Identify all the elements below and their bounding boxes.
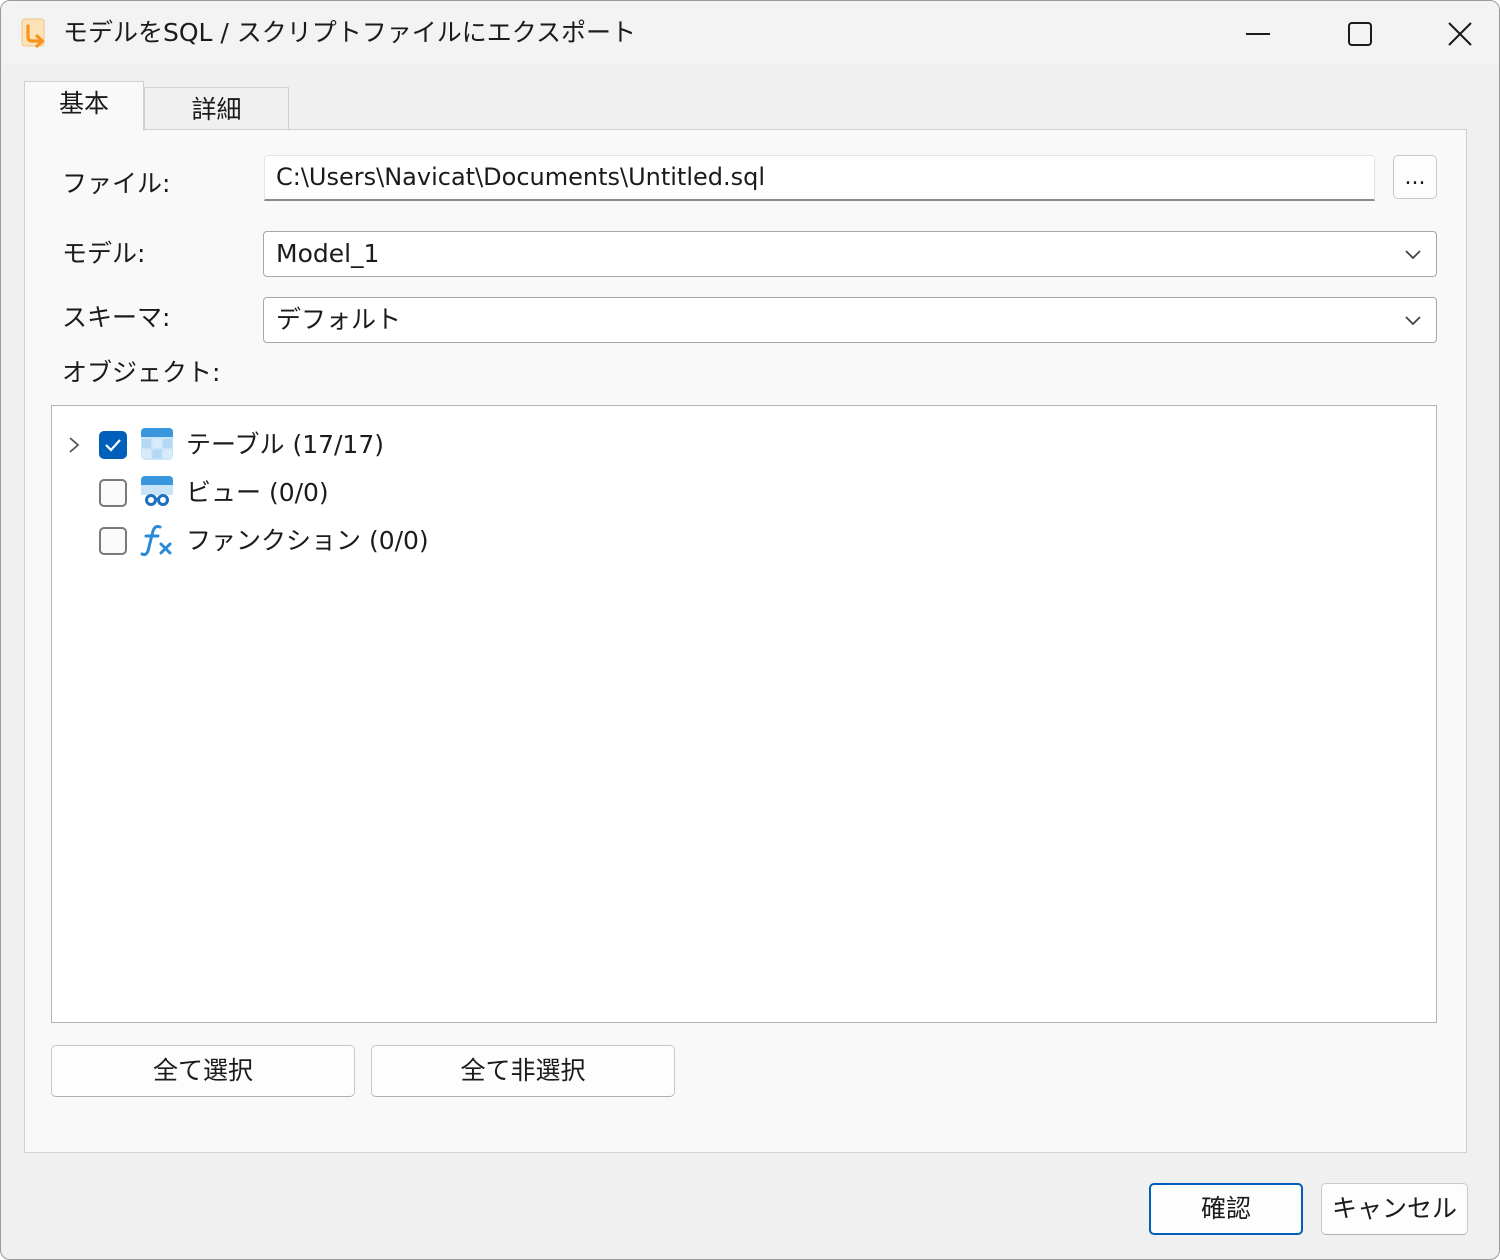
file-path-input[interactable]: C:\Users\Navicat\Documents\Untitled.sql (264, 155, 1375, 201)
browse-button[interactable]: ... (1393, 155, 1437, 199)
tree-item-label: テーブル (17/17) (186, 430, 384, 459)
function-icon (140, 525, 172, 557)
schema-select[interactable]: デフォルト (263, 297, 1437, 343)
tab-basic[interactable]: 基本 (24, 81, 144, 131)
tab-detail[interactable]: 詳細 (144, 87, 289, 130)
tree-item-label: ファンクション (0/0) (186, 526, 429, 555)
ok-button[interactable]: 確認 (1149, 1183, 1303, 1235)
close-icon (1448, 22, 1472, 46)
tree-item-label: ビュー (0/0) (186, 478, 329, 507)
minimize-button[interactable] (1207, 1, 1307, 65)
schema-select-value: デフォルト (276, 305, 402, 334)
tree-item-views[interactable]: ビュー (0/0) (52, 471, 1436, 515)
tables-checkbox[interactable] (99, 431, 127, 459)
objects-label: オブジェクト: (62, 358, 221, 387)
chevron-right-icon[interactable] (66, 435, 82, 455)
minimize-icon (1246, 33, 1270, 35)
checkmark-icon (105, 439, 121, 452)
title-bar[interactable]: モデルをSQL / スクリプトファイルにエクスポート (1, 1, 1499, 65)
chevron-down-icon (1405, 250, 1421, 260)
object-tree[interactable]: テーブル (17/17) ビュー (0/0) ファンクション (0/0) (51, 405, 1437, 1023)
export-dialog: モデルをSQL / スクリプトファイルにエクスポート 基本 詳細 ファイル: C… (0, 0, 1500, 1260)
file-label: ファイル: (62, 169, 171, 198)
navicat-export-icon (21, 18, 45, 48)
model-label: モデル: (62, 239, 146, 268)
cancel-button[interactable]: キャンセル (1321, 1183, 1468, 1235)
chevron-down-icon (1405, 316, 1421, 326)
close-button[interactable] (1411, 1, 1499, 65)
model-select[interactable]: Model_1 (263, 231, 1437, 277)
tree-item-functions[interactable]: ファンクション (0/0) (52, 519, 1436, 563)
window-title: モデルをSQL / スクリプトファイルにエクスポート (63, 18, 637, 47)
functions-checkbox[interactable] (99, 527, 127, 555)
maximize-button[interactable] (1309, 1, 1409, 65)
schema-label: スキーマ: (62, 303, 171, 332)
maximize-icon (1348, 22, 1372, 46)
view-icon (141, 476, 173, 509)
model-select-value: Model_1 (276, 239, 380, 268)
deselect-all-button[interactable]: 全て非選択 (371, 1045, 675, 1097)
select-all-button[interactable]: 全て選択 (51, 1045, 355, 1097)
views-checkbox[interactable] (99, 479, 127, 507)
tree-item-tables[interactable]: テーブル (17/17) (52, 423, 1436, 467)
table-icon (141, 428, 173, 460)
